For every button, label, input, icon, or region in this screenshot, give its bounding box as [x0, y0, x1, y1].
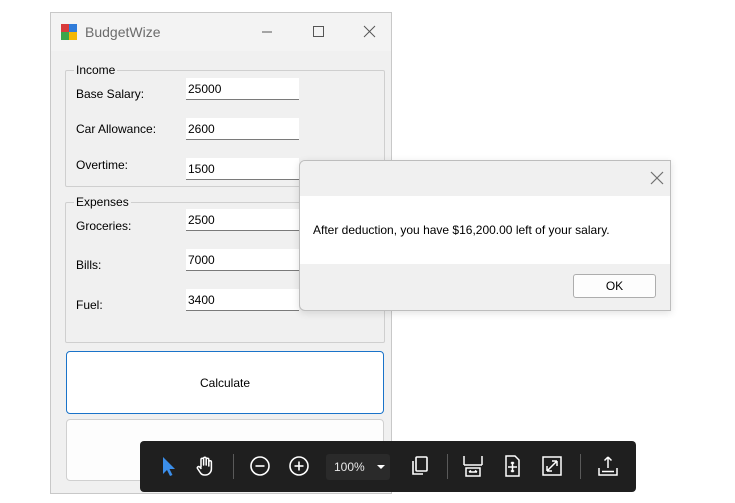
- calculate-button[interactable]: Calculate: [66, 351, 384, 414]
- zoom-level-select[interactable]: 100%: [326, 454, 390, 480]
- minimize-icon: [262, 31, 272, 33]
- overtime-input[interactable]: [186, 158, 299, 180]
- dialog-close-button[interactable]: [649, 170, 665, 186]
- bills-label: Bills:: [76, 258, 102, 272]
- groceries-label: Groceries:: [76, 219, 132, 233]
- dialog-message: After deduction, you have $16,200.00 lef…: [313, 223, 610, 237]
- hand-pan-icon[interactable]: [193, 454, 217, 478]
- minimize-button[interactable]: [256, 22, 278, 42]
- close-button[interactable]: [359, 22, 381, 42]
- car-allowance-input[interactable]: [186, 118, 299, 140]
- dialog-titlebar[interactable]: [300, 161, 670, 196]
- fuel-label: Fuel:: [76, 298, 103, 312]
- window-title: BudgetWize: [85, 24, 161, 40]
- overtime-label: Overtime:: [76, 158, 129, 172]
- zoom-in-icon[interactable]: [287, 454, 311, 478]
- dialog-body: After deduction, you have $16,200.00 lef…: [300, 196, 670, 264]
- window-titlebar[interactable]: BudgetWize: [51, 13, 391, 51]
- select-cursor-icon[interactable]: [156, 454, 180, 478]
- ok-button[interactable]: OK: [573, 274, 656, 298]
- groceries-input[interactable]: [186, 209, 299, 231]
- expenses-legend: Expenses: [74, 195, 131, 209]
- toolbar-separator: [580, 454, 581, 479]
- app-icon: [61, 24, 77, 40]
- income-legend: Income: [74, 63, 118, 77]
- zoom-out-icon[interactable]: [248, 454, 272, 478]
- fullscreen-icon[interactable]: [540, 454, 564, 478]
- maximize-button[interactable]: [307, 22, 329, 42]
- page-view-icon[interactable]: [408, 454, 432, 478]
- fuel-input[interactable]: [186, 289, 299, 311]
- close-icon: [650, 171, 664, 185]
- fit-width-icon[interactable]: [461, 454, 485, 478]
- chevron-down-icon: [377, 465, 385, 469]
- bills-input[interactable]: [186, 249, 299, 271]
- zoom-level-text: 100%: [334, 460, 365, 474]
- toolbar-separator: [447, 454, 448, 479]
- base-salary-label: Base Salary:: [76, 87, 145, 101]
- export-icon[interactable]: [596, 454, 620, 478]
- fit-page-icon[interactable]: [500, 454, 524, 478]
- close-icon: [363, 25, 376, 38]
- maximize-icon: [313, 26, 324, 37]
- message-dialog: After deduction, you have $16,200.00 lef…: [299, 160, 671, 311]
- car-allowance-label: Car Allowance:: [76, 122, 157, 136]
- viewer-toolbar: 100%: [140, 441, 636, 492]
- toolbar-separator: [233, 454, 234, 479]
- base-salary-input[interactable]: [186, 78, 299, 100]
